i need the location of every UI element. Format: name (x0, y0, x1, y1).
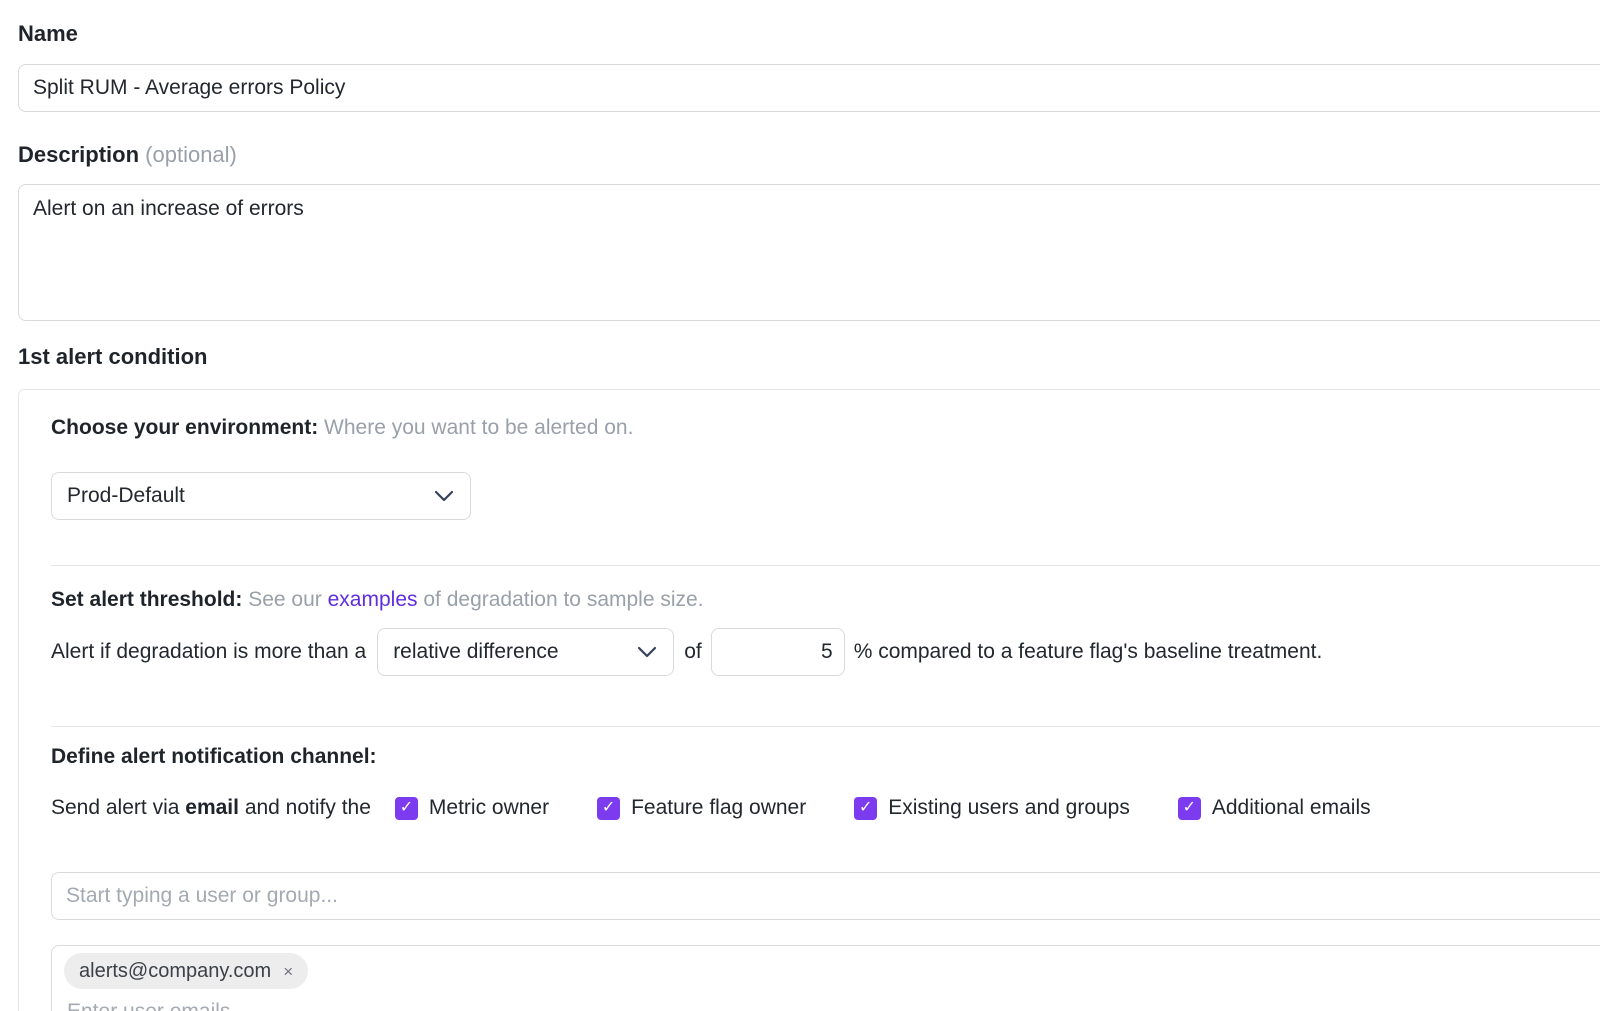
notification-channel-row: Send alert via email and notify the ✓ Me… (51, 796, 1600, 820)
check-icon: ✓ (400, 800, 413, 816)
email-input[interactable] (64, 1000, 664, 1011)
checkbox-label: Feature flag owner (631, 796, 806, 820)
environment-select-value: Prod-Default (67, 484, 185, 508)
description-textarea[interactable]: Alert on an increase of errors (18, 184, 1600, 321)
threshold-sentence-prefix: Alert if degradation is more than a (51, 640, 366, 664)
checkbox-feature-flag-owner[interactable]: ✓ Feature flag owner (597, 796, 806, 820)
check-icon: ✓ (602, 800, 615, 816)
environment-row-label: Choose your environment: Where you want … (51, 415, 1600, 440)
difference-type-select-value: relative difference (393, 640, 558, 664)
notify-sentence-suffix: and notify the (245, 796, 371, 819)
checkbox-checked-icon: ✓ (854, 797, 877, 820)
examples-link[interactable]: examples (328, 588, 418, 611)
name-label: Name (18, 21, 1600, 47)
checkbox-label: Additional emails (1212, 796, 1371, 820)
description-label-text: Description (18, 142, 139, 167)
threshold-sentence-row: Alert if degradation is more than a rela… (51, 628, 1600, 676)
checkbox-label: Existing users and groups (888, 796, 1130, 820)
user-group-input[interactable] (51, 872, 1600, 920)
checkbox-label: Metric owner (429, 796, 549, 820)
divider (51, 565, 1600, 566)
check-icon: ✓ (859, 800, 872, 816)
chevron-down-icon (434, 490, 454, 502)
alert-condition-title: 1st alert condition (18, 344, 1600, 370)
difference-type-select[interactable]: relative difference (377, 628, 674, 676)
threshold-hint-prefix: See our (248, 588, 322, 611)
email-tag: alerts@company.com × (64, 953, 308, 989)
checkbox-checked-icon: ✓ (1178, 797, 1201, 820)
threshold-hint-suffix: of degradation to sample size. (423, 588, 703, 611)
checkbox-checked-icon: ✓ (395, 797, 418, 820)
email-tag-label: alerts@company.com (79, 960, 271, 983)
threshold-value-input[interactable] (711, 628, 845, 676)
threshold-row-label: Set alert threshold: See our examples of… (51, 587, 1600, 612)
threshold-sentence-suffix: % compared to a feature flag's baseline … (854, 640, 1323, 664)
notify-sentence: Send alert via email and notify the (51, 796, 371, 820)
environment-hint: Where you want to be alerted on. (324, 416, 633, 439)
description-label: Description (optional) (18, 142, 1600, 168)
environment-select[interactable]: Prod-Default (51, 472, 471, 520)
check-icon: ✓ (1183, 800, 1196, 816)
of-label: of (684, 640, 702, 664)
name-input[interactable] (18, 64, 1600, 112)
notification-label: Define alert notification channel: (51, 745, 377, 768)
checkbox-metric-owner[interactable]: ✓ Metric owner (395, 796, 549, 820)
notify-sentence-prefix: Send alert via (51, 796, 179, 819)
checkbox-additional-emails[interactable]: ✓ Additional emails (1178, 796, 1371, 820)
alert-policy-form: Name Description (optional) Alert on an … (0, 0, 1600, 1011)
additional-emails-box[interactable]: alerts@company.com × (51, 945, 1600, 1011)
checkbox-existing-users-and-groups[interactable]: ✓ Existing users and groups (854, 796, 1130, 820)
notification-row-label: Define alert notification channel: (51, 744, 1600, 769)
remove-email-icon[interactable]: × (283, 963, 293, 980)
threshold-label: Set alert threshold: (51, 588, 242, 611)
environment-label: Choose your environment: (51, 416, 318, 439)
checkbox-checked-icon: ✓ (597, 797, 620, 820)
chevron-down-icon (637, 646, 657, 658)
description-optional-hint: (optional) (145, 142, 237, 167)
notify-sentence-email: email (185, 796, 239, 819)
alert-condition-panel: Choose your environment: Where you want … (18, 389, 1600, 1011)
divider (51, 726, 1600, 727)
